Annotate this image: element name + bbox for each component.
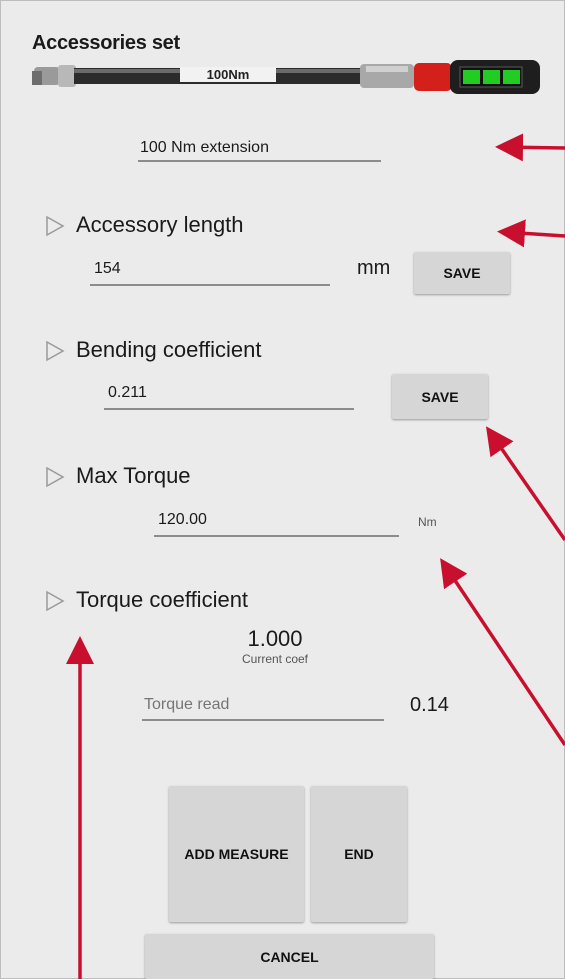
expand-triangle-icon[interactable] [44,340,66,362]
max-torque-input[interactable]: 120.00 [158,511,207,529]
max-torque-underline [154,535,399,537]
torque-coefficient-label: Torque coefficient [76,587,249,612]
max-torque-label: Max Torque [76,463,191,488]
page-title: Accessories set [32,32,180,54]
torque-read-input[interactable] [144,694,380,716]
expand-triangle-icon[interactable] [44,466,66,488]
length-unit: mm [357,257,391,279]
accessory-length-underline [90,284,330,286]
wrench-label: 100Nm [207,67,250,82]
save-length-button[interactable]: SAVE [414,252,510,294]
annotation-arrow-length [497,219,565,248]
bending-coefficient-label: Bending coefficient [76,337,262,362]
accessory-name[interactable]: 100 Nm extension [140,139,269,157]
annotation-arrow-name [495,133,565,162]
current-coef-caption: Current coef [241,652,309,666]
torque-read-value: 0.14 [410,694,449,716]
accessory-name-underline [138,160,381,162]
end-button[interactable]: END [311,786,407,922]
expand-triangle-icon[interactable] [44,215,66,237]
bending-coefficient-input[interactable]: 0.211 [108,384,147,402]
save-bending-button[interactable]: SAVE [392,374,488,419]
current-coef-value: 1.000 [247,626,303,651]
bending-coefficient-underline [104,408,354,410]
annotation-arrow-bending [486,426,565,541]
annotation-arrow-max-torque [440,558,565,746]
max-torque-unit: Nm [418,515,437,529]
add-measure-button[interactable]: ADD MEASURE [169,786,304,922]
cancel-button[interactable]: CANCEL [145,934,434,979]
expand-triangle-icon[interactable] [44,590,66,612]
accessory-length-input[interactable]: 154 [94,260,121,278]
torque-wrench-image: 100Nm [32,60,540,94]
torque-read-underline [142,719,384,721]
accessory-length-label: Accessory length [76,212,244,237]
